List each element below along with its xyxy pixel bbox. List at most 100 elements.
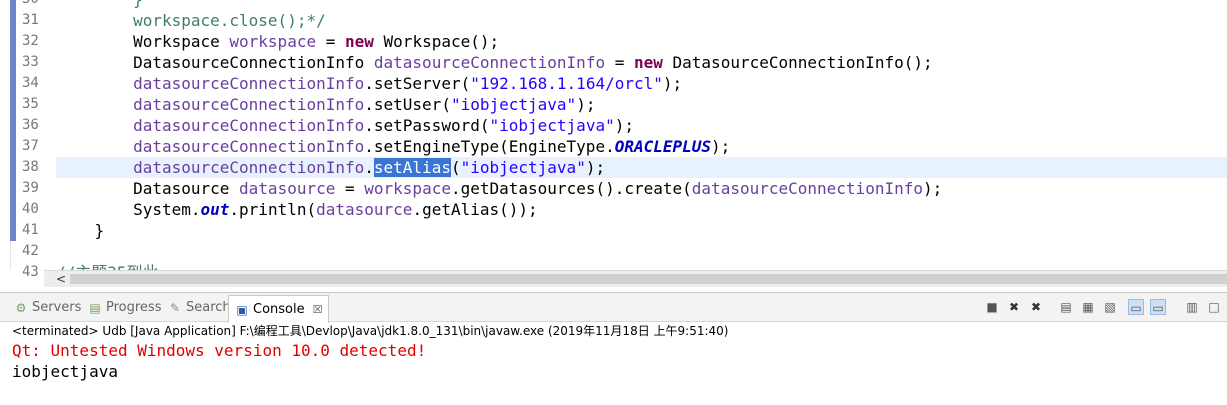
line-number: 30	[10, 0, 44, 10]
code-line[interactable]: Workspace workspace = new Workspace();	[56, 31, 1227, 52]
code-line[interactable]: }	[56, 0, 1227, 10]
code-line[interactable]: DatasourceConnectionInfo datasourceConne…	[56, 52, 1227, 73]
tab-search[interactable]: ✎ Search	[162, 295, 237, 321]
code-token: workspace	[364, 179, 451, 198]
code-token: Workspace();	[373, 32, 500, 51]
remove-all-icon[interactable]: ✖	[1028, 299, 1044, 315]
tab-label: Progress	[106, 300, 162, 315]
code-token: );	[614, 116, 634, 135]
line-number: 40	[22, 201, 39, 217]
code-token: .setEngineType(EngineType.	[364, 137, 615, 156]
code-token: =	[316, 32, 345, 51]
code-token: datasourceConnectionInfo	[133, 116, 365, 135]
line-number: 41	[22, 222, 39, 238]
code-line[interactable]: System.out.println(datasource.getAlias()…	[56, 199, 1227, 220]
servers-icon: ⚙	[15, 301, 27, 315]
line-number: 38	[22, 159, 39, 175]
code-line[interactable]	[56, 241, 1227, 262]
scrollbar-thumb[interactable]	[70, 274, 1227, 284]
code-token: workspace.close();*/	[133, 11, 326, 30]
tab-servers[interactable]: ⚙ Servers	[8, 295, 87, 321]
line-number-gutter: 30 31 32 33 34 35 36 37 38 39 40 41 42 43	[10, 0, 44, 280]
tab-label: Servers	[32, 300, 82, 315]
code-token: }	[94, 221, 105, 240]
code-token: "iobjectjava"	[460, 158, 586, 177]
line-number: 42	[22, 243, 39, 259]
code-token: "192.168.1.164/orcl"	[470, 74, 663, 93]
terminate-icon[interactable]: ■	[984, 299, 1000, 315]
code-token: "iobjectjava"	[450, 95, 577, 114]
code-line[interactable]: datasourceConnectionInfo.setEngineType(E…	[56, 136, 1227, 157]
show-stdout-icon[interactable]: ▭	[1128, 299, 1144, 315]
console-line: iobjectjava	[12, 362, 118, 381]
code-token: (	[450, 158, 461, 177]
code-token: setAlias	[373, 158, 451, 177]
code-token: );	[585, 158, 606, 177]
code-token: .getDatasources().create(	[450, 179, 692, 198]
scroll-left-icon[interactable]: <	[56, 271, 66, 287]
code-token: new	[345, 32, 374, 51]
code-token: Datasource	[133, 179, 240, 198]
code-token: DatasourceConnectionInfo	[133, 53, 374, 72]
search-icon: ✎	[169, 301, 181, 315]
console-output[interactable]: Qt: Untested Windows version 10.0 detect…	[12, 340, 1227, 382]
code-token: Workspace	[133, 32, 230, 51]
code-line[interactable]: datasourceConnectionInfo.setPassword("io…	[56, 115, 1227, 136]
code-token: .setPassword(	[364, 116, 490, 135]
console-line: Qt: Untested Windows version 10.0 detect…	[12, 341, 427, 360]
line-number: 33	[22, 54, 39, 70]
code-token: );	[576, 95, 596, 114]
line-number: 37	[22, 138, 39, 154]
line-number: 31	[22, 12, 39, 28]
scroll-lock-icon[interactable]: ▦	[1080, 299, 1096, 315]
console-panel-tabbar: ⚙ Servers ▤ Progress ✎ Search ▣ Console ☒ ■ ✖ ✖ ▤ ▦ ▧ ▭…	[0, 292, 1227, 323]
code-token: datasource	[239, 179, 336, 198]
code-token: datasourceConnectionInfo	[133, 158, 365, 177]
code-line[interactable]: workspace.close();*/	[56, 10, 1227, 31]
code-token: DatasourceConnectionInfo();	[662, 53, 933, 72]
code-line[interactable]: datasourceConnectionInfo.setServer("192.…	[56, 73, 1227, 94]
line-number: 32	[22, 33, 39, 49]
code-editor[interactable]: 30 31 32 33 34 35 36 37 38 39 40 41 42 43 } workspace…	[0, 0, 1227, 292]
code-line[interactable]: datasourceConnectionInfo.setUser("iobjec…	[56, 94, 1227, 115]
line-number: 34	[22, 75, 39, 91]
maximize-icon[interactable]: □	[1206, 299, 1222, 315]
code-token: );	[662, 74, 683, 93]
code-line[interactable]: datasourceConnectionInfo.setAlias("iobje…	[56, 157, 1227, 178]
code-token: datasource	[316, 200, 413, 219]
code-token: datasourceConnectionInfo	[133, 74, 365, 93]
show-stderr-icon[interactable]: ▭	[1150, 299, 1166, 315]
close-tab-icon[interactable]: ☒	[313, 297, 323, 323]
tab-console[interactable]: ▣ Console ☒	[228, 295, 330, 323]
pin-console-icon[interactable]: ▥	[1184, 299, 1200, 315]
code-token: "iobjectjava"	[489, 116, 615, 135]
code-token: );	[922, 179, 943, 198]
line-number: 35	[22, 96, 39, 112]
code-token: new	[633, 53, 663, 72]
code-line[interactable]: Datasource datasource = workspace.getDat…	[56, 178, 1227, 199]
code-token: .setUser(	[364, 95, 451, 114]
remove-launch-icon[interactable]: ✖	[1006, 299, 1022, 315]
code-token: .setServer(	[364, 74, 471, 93]
tab-label: Console	[253, 301, 305, 317]
code-token: datasourceConnectionInfo	[373, 53, 606, 72]
code-token: datasourceConnectionInfo	[691, 179, 923, 198]
tab-progress[interactable]: ▤ Progress	[82, 295, 167, 321]
code-token: workspace	[229, 32, 317, 51]
code-line[interactable]: }	[56, 220, 1227, 241]
word-wrap-icon[interactable]: ▧	[1102, 299, 1118, 315]
code-token: .println(	[229, 200, 317, 219]
progress-icon: ▤	[89, 301, 101, 315]
horizontal-scrollbar[interactable]: <	[44, 270, 1227, 287]
code-token: .getAlias());	[412, 200, 538, 219]
clear-console-icon[interactable]: ▤	[1058, 299, 1074, 315]
